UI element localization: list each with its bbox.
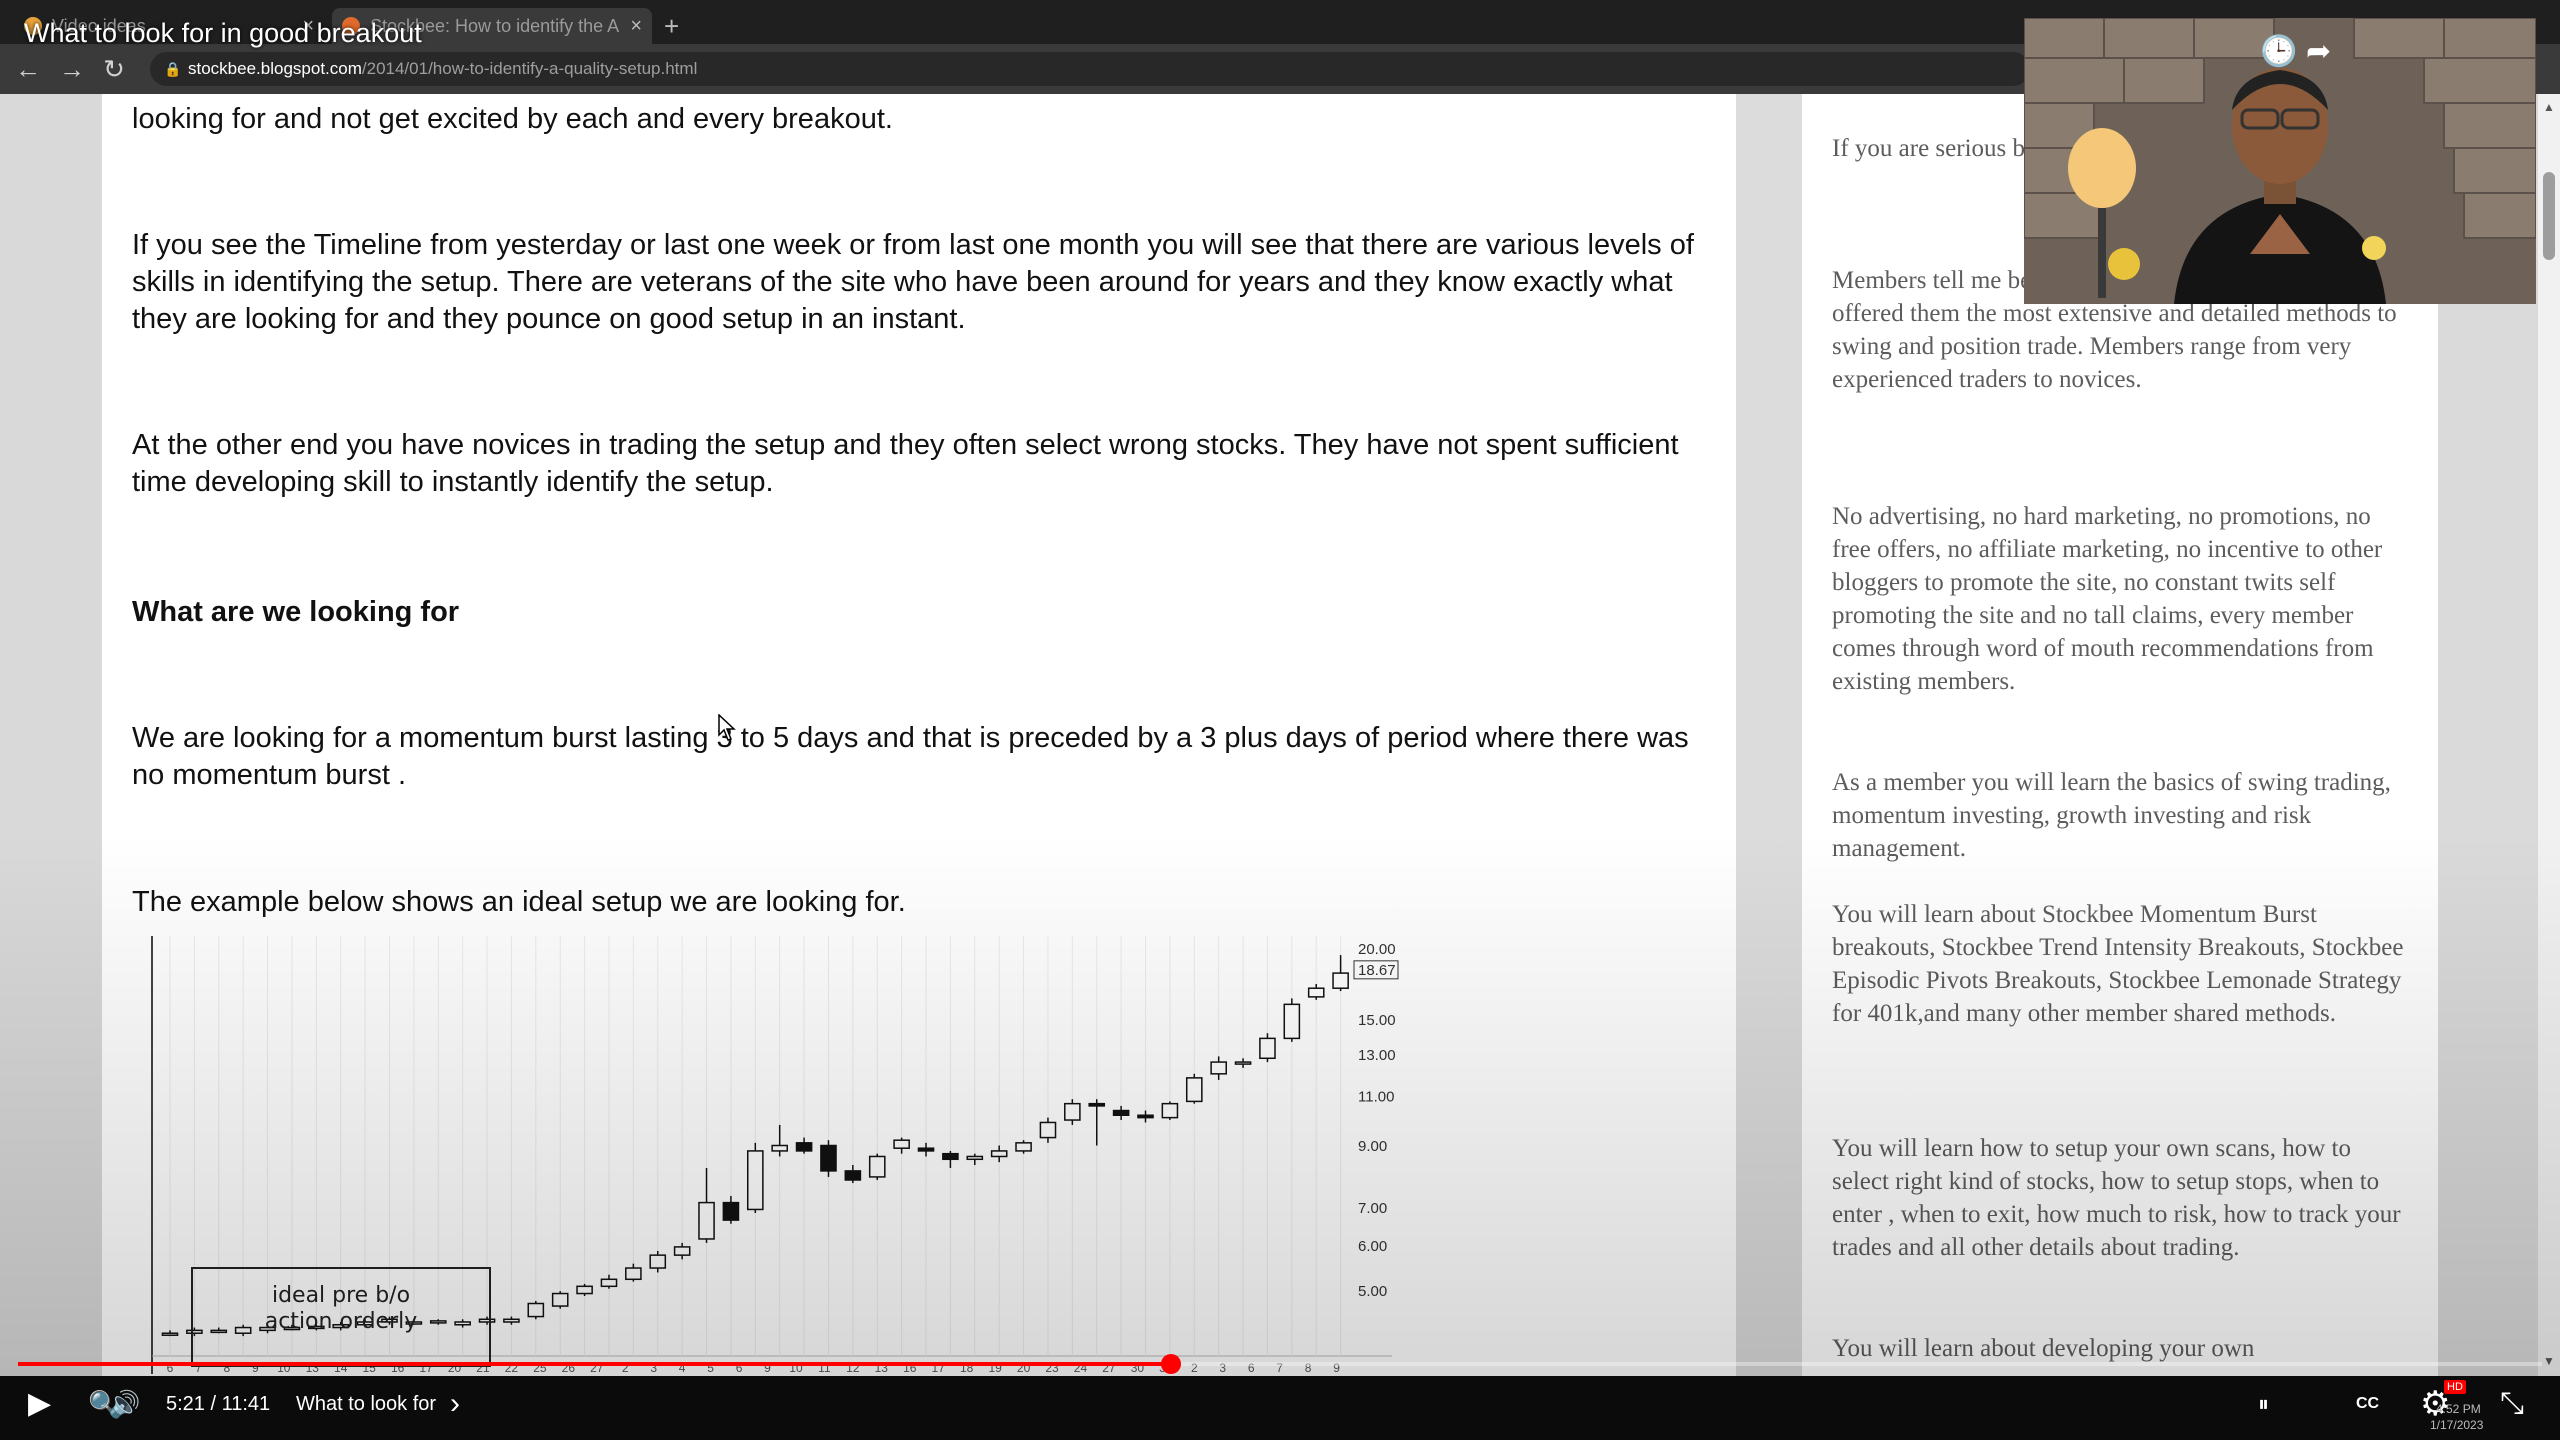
scroll-down-icon[interactable]: ▼ <box>2543 1354 2555 1368</box>
scroll-up-icon[interactable]: ▲ <box>2543 100 2555 114</box>
candle-body <box>746 1150 764 1211</box>
candle-body <box>673 1246 691 1256</box>
url-path: /2014/01/how-to-identify-a-quality-setup… <box>361 59 698 78</box>
chevron-right-icon[interactable]: › <box>450 1376 460 1432</box>
candle-body <box>503 1318 520 1323</box>
candle-body <box>1137 1114 1154 1119</box>
price-label: 7.00 <box>1358 1200 1387 1217</box>
lock-icon: 🔒 <box>164 61 182 77</box>
share-icon[interactable]: ➦ <box>2306 34 2331 69</box>
sidebar-text: You will learn how to setup your own sca… <box>1832 1135 2401 1261</box>
candle-body <box>1064 1102 1081 1121</box>
new-tab-icon[interactable]: + <box>664 8 679 44</box>
article-heading: What are we looking for <box>132 596 460 628</box>
candle-body <box>478 1318 496 1323</box>
watch-later-icon[interactable]: 🕒 <box>2260 34 2297 69</box>
candle-body <box>600 1278 618 1288</box>
column-gutter <box>1736 94 1802 1376</box>
candle-body <box>1332 972 1349 989</box>
chapter-label[interactable]: What to look for <box>296 1376 436 1432</box>
candle-body <box>527 1302 545 1318</box>
play-icon[interactable]: ▶ <box>28 1376 51 1432</box>
price-label: 9.00 <box>1358 1138 1387 1155</box>
candle-body <box>771 1144 789 1152</box>
url-field[interactable]: 🔒 stockbee.blogspot.com/2014/01/how-to-i… <box>150 52 2030 86</box>
candle-body <box>1307 987 1325 998</box>
price-label: 13.00 <box>1358 1047 1396 1064</box>
price-label: 18.67 <box>1358 962 1396 979</box>
price-label: 15.00 <box>1358 1012 1396 1029</box>
autoplay-toggle[interactable]: ⏸ <box>2258 1376 2269 1432</box>
forward-icon[interactable]: → <box>56 44 88 94</box>
candle-body <box>844 1170 862 1181</box>
presenter-video[interactable]: 🕒 ➦ <box>2024 18 2536 304</box>
candle-body <box>820 1144 837 1172</box>
hd-badge: HD <box>2444 1380 2466 1394</box>
candle-body <box>186 1329 203 1334</box>
candle-body <box>698 1201 715 1240</box>
price-label: 6.00 <box>1358 1238 1387 1255</box>
candle-body <box>1234 1061 1252 1065</box>
sidebar-text: You will learn about Stockbee Momentum B… <box>1832 901 2404 1027</box>
candle-body <box>625 1267 642 1281</box>
progress-played <box>18 1362 1172 1366</box>
candle-body <box>234 1326 252 1334</box>
annotation-text: action orderly <box>265 1309 418 1334</box>
candle-body <box>1039 1121 1057 1139</box>
left-gutter <box>0 94 102 1376</box>
cc-icon[interactable]: CC <box>2356 1376 2379 1432</box>
candle-body <box>942 1152 959 1161</box>
scrollbar-thumb[interactable] <box>2543 172 2555 260</box>
price-label: 5.00 <box>1358 1283 1387 1300</box>
candle-body <box>1259 1037 1276 1060</box>
candle-body <box>551 1292 569 1307</box>
candle-body <box>649 1254 667 1269</box>
fullscreen-exit-icon[interactable]: ⤡ <box>2500 1376 2524 1432</box>
annotation-text: ideal pre b/o <box>272 1283 410 1308</box>
sidebar-text: You will learn about developing your own <box>1832 1335 2255 1362</box>
article-text: looking for and not get excited by each … <box>132 103 893 135</box>
candle-body <box>1161 1102 1179 1119</box>
candle-body <box>990 1150 1008 1158</box>
price-label: 20.00 <box>1358 941 1396 958</box>
article-paragraph: If you see the Timeline from yesterday o… <box>132 229 1694 335</box>
article-paragraph: At the other end you have novices in tra… <box>132 429 1679 498</box>
candle-body <box>429 1320 447 1324</box>
candle-body <box>917 1147 935 1152</box>
sidebar-text: No advertising, no hard marketing, no pr… <box>1832 503 2383 695</box>
candle-body <box>722 1201 740 1221</box>
candle-body <box>576 1285 593 1295</box>
candle-body <box>893 1139 910 1149</box>
candle-body <box>210 1329 228 1334</box>
video-title: What to look for in good breakout <box>24 18 422 48</box>
volume-icon[interactable]: 🔊 <box>108 1376 140 1432</box>
candlestick-chart: 20.00 18.67 15.00 13.00 11.00 9.00 7.00 6.00 5.0… <box>130 936 1410 1376</box>
reload-icon[interactable]: ↻ <box>98 44 130 94</box>
close-icon[interactable]: × <box>630 8 642 44</box>
candle-body <box>1210 1061 1227 1075</box>
candle-body <box>1088 1102 1106 1107</box>
article-paragraph: The example below shows an ideal setup w… <box>132 886 906 918</box>
tray-time: 4:52 PM <box>2436 1402 2481 1416</box>
tray-date: 1/17/2023 <box>2430 1418 2484 1432</box>
candle-body <box>795 1142 813 1152</box>
back-icon[interactable]: ← <box>12 44 44 94</box>
candle-body <box>1112 1109 1130 1116</box>
page-scrollbar[interactable]: ▲ ▼ <box>2538 94 2560 1376</box>
candle-body <box>868 1155 886 1178</box>
candle-body <box>454 1321 471 1326</box>
candle-body <box>161 1332 179 1336</box>
candle-body <box>1015 1142 1032 1152</box>
candle-body <box>1185 1077 1203 1103</box>
sidebar-text: As a member you will learn the basics of… <box>1832 769 2391 862</box>
mouse-cursor-icon <box>718 714 736 741</box>
progress-bar[interactable] <box>18 1354 2542 1374</box>
article-paragraph: We are looking for a momentum burst last… <box>132 722 1689 791</box>
candle-body <box>1283 1003 1301 1040</box>
url-domain: stockbee.blogspot.com <box>188 59 362 78</box>
time-display: 5:21 / 11:41 <box>166 1393 271 1415</box>
price-label: 11.00 <box>1358 1088 1394 1105</box>
candle-body <box>966 1155 984 1161</box>
